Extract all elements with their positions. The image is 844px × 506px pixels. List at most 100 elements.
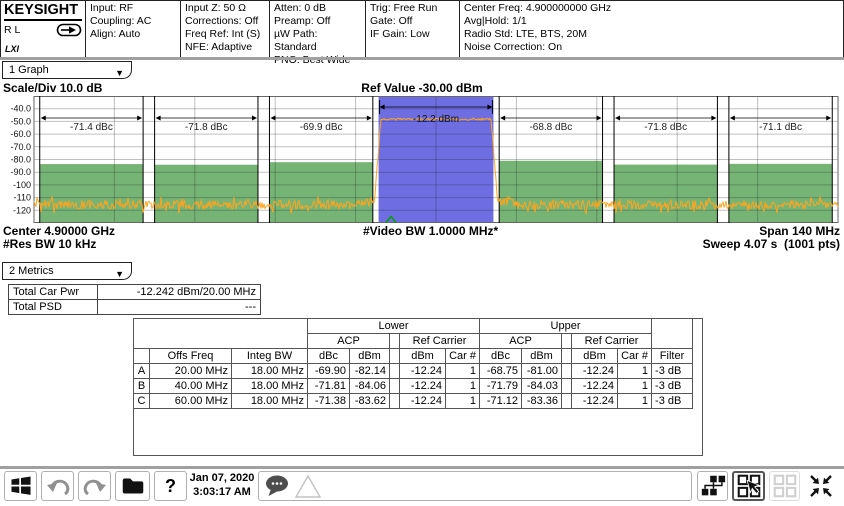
acp-cell: -71.38 xyxy=(308,394,350,409)
acp-cell: -84.03 xyxy=(522,379,562,394)
metrics-table: Total Car Pwr -12.242 dBm/20.00 MHz Tota… xyxy=(8,284,261,315)
undo-button[interactable] xyxy=(41,471,74,501)
res-bw-label[interactable]: #Res BW 10 kHz xyxy=(3,237,96,251)
metrics-selector-dropdown[interactable]: 2 Metrics ▼ xyxy=(2,262,132,280)
metric-value: --- xyxy=(98,300,261,315)
header-info-line: Gate: Off xyxy=(370,15,455,28)
svg-text:-70.0: -70.0 xyxy=(10,142,31,152)
acp-results-table: Lower Upper ACP Ref Carrier ACP Ref Carr… xyxy=(133,318,693,409)
acp-cell: -12.24 xyxy=(572,394,618,409)
toolbar-separator xyxy=(0,466,844,469)
acp-col-dbc: dBc xyxy=(308,349,350,364)
acp-cell: -68.75 xyxy=(480,364,522,379)
header-info-line: Atten: 0 dB xyxy=(274,2,361,15)
touch-screen-button[interactable] xyxy=(732,471,765,501)
acp-col-filter: Filter xyxy=(652,349,693,364)
acp-cell: -81.00 xyxy=(522,364,562,379)
date-text: Jan 07, 2020 xyxy=(188,471,256,485)
acp-cell xyxy=(562,394,572,409)
acp-col-integ-bw: Integ BW xyxy=(232,349,308,364)
ref-value-label[interactable]: Ref Value -30.00 dBm xyxy=(322,81,522,95)
span-label[interactable]: Span 140 MHz xyxy=(759,224,840,238)
acp-spacer xyxy=(562,334,572,349)
acp-cell: -71.81 xyxy=(308,379,350,394)
video-bw-label[interactable]: #Video BW 1.0000 MHz* xyxy=(363,224,498,238)
acp-cell: -12.24 xyxy=(400,379,446,394)
svg-text:-71.1 dBc: -71.1 dBc xyxy=(759,122,802,133)
warning-triangle-icon xyxy=(293,473,323,499)
header-info-line: IF Gain: Low xyxy=(370,28,455,41)
acp-subgroup-ref-carrier: Ref Carrier xyxy=(400,334,480,349)
header-info-line: Trig: Free Run xyxy=(370,2,455,15)
message-bubble-icon xyxy=(263,473,293,499)
acp-spacer xyxy=(134,349,150,364)
acp-cell: -82.14 xyxy=(350,364,390,379)
acp-group-lower: Lower xyxy=(308,319,480,334)
collapse-arrows-icon xyxy=(806,471,836,501)
scale-div-label[interactable]: Scale/Div 10.0 dB xyxy=(3,81,102,95)
acp-col-car: Car # xyxy=(446,349,480,364)
header-info-line: Corrections: Off xyxy=(185,15,265,28)
sweep-label[interactable]: Sweep 4.07 s (1001 pts) xyxy=(703,237,840,251)
acp-cell xyxy=(562,364,572,379)
acp-col-dbm: dBm xyxy=(522,349,562,364)
acp-col-dbm: dBm xyxy=(400,349,446,364)
acp-header-row-1: Lower Upper xyxy=(134,319,693,334)
acp-row-B: B40.00 MHz18.00 MHz-71.81-84.06-12.241-7… xyxy=(134,379,693,394)
metric-name: Total PSD xyxy=(9,300,98,315)
status-message-area[interactable] xyxy=(258,471,692,501)
acp-results-panel: Lower Upper ACP Ref Carrier ACP Ref Carr… xyxy=(133,318,703,456)
windows-start-button[interactable] xyxy=(4,471,37,501)
acp-cell: 1 xyxy=(618,394,652,409)
block-diagram-icon xyxy=(699,472,727,500)
header-separator xyxy=(0,57,844,60)
file-manager-button[interactable] xyxy=(115,471,150,501)
chevron-down-icon: ▼ xyxy=(115,266,124,283)
graph-selector-dropdown[interactable]: 1 Graph ▼ xyxy=(2,61,132,79)
acp-cell: C xyxy=(134,394,150,409)
svg-text:-71.8 dBc: -71.8 dBc xyxy=(185,122,228,133)
metrics-selector-label: 2 Metrics xyxy=(9,265,54,277)
acp-cell: 1 xyxy=(446,394,480,409)
svg-text:-90.0: -90.0 xyxy=(10,167,31,177)
acp-filter-spacer xyxy=(652,319,693,349)
acp-cell: 40.00 MHz xyxy=(150,379,232,394)
svg-text:-100: -100 xyxy=(13,180,31,190)
acp-cell: 60.00 MHz xyxy=(150,394,232,409)
window-grid-button-disabled xyxy=(769,471,800,501)
header-info-line: PNO: Best Wide xyxy=(274,54,361,67)
header-info-line: Freq Ref: Int (S) xyxy=(185,28,265,41)
header-info-line: µW Path: Standard xyxy=(274,28,361,54)
header-col-atten[interactable]: Atten: 0 dBPreamp: OffµW Path: StandardP… xyxy=(269,1,365,57)
windows-start-icon xyxy=(7,473,35,499)
svg-text:-12.2 dBm: -12.2 dBm xyxy=(413,114,459,125)
help-button[interactable]: ? xyxy=(154,471,187,501)
acp-cell: A xyxy=(134,364,150,379)
help-icon: ? xyxy=(165,476,176,497)
header-col-input[interactable]: Input: RFCoupling: ACAlign: Auto xyxy=(85,1,180,57)
acp-cell xyxy=(390,364,400,379)
acp-cell: -12.24 xyxy=(400,394,446,409)
header-col-trig[interactable]: Trig: Free RunGate: OffIF Gain: Low xyxy=(365,1,459,57)
mode-indicator: R L xyxy=(4,24,20,37)
svg-text:-40.0: -40.0 xyxy=(10,104,31,114)
redo-button[interactable] xyxy=(78,471,111,501)
acp-table-body: A20.00 MHz18.00 MHz-69.90-82.14-12.241-6… xyxy=(134,364,693,409)
acp-cell: B xyxy=(134,379,150,394)
spectrum-plot[interactable]: -40.0-50.0-60.0-70.0-80.0-90.0-100-110-1… xyxy=(0,96,844,226)
acp-subgroup-acp: ACP xyxy=(308,334,390,349)
header-col-center-freq[interactable]: Center Freq: 4.900000000 GHzAvg|Hold: 1/… xyxy=(459,1,843,57)
header-col-input-z[interactable]: Input Z: 50 ΩCorrections: OffFreq Ref: I… xyxy=(180,1,269,57)
header-info-line: Noise Correction: On xyxy=(464,41,839,54)
header-info-line: Preamp: Off xyxy=(274,15,361,28)
touch-pointer-icon xyxy=(735,472,763,500)
graph-selector-label: 1 Graph xyxy=(9,64,49,76)
center-freq-label[interactable]: Center 4.90000 GHz xyxy=(3,224,115,238)
redo-icon xyxy=(81,472,109,500)
acp-subgroup-acp: ACP xyxy=(480,334,562,349)
block-diagram-button[interactable] xyxy=(697,471,728,501)
header-info-line: Avg|Hold: 1/1 xyxy=(464,15,839,28)
acp-cell: -3 dB xyxy=(652,394,693,409)
collapse-view-button[interactable] xyxy=(804,471,838,501)
acp-cell xyxy=(562,379,572,394)
